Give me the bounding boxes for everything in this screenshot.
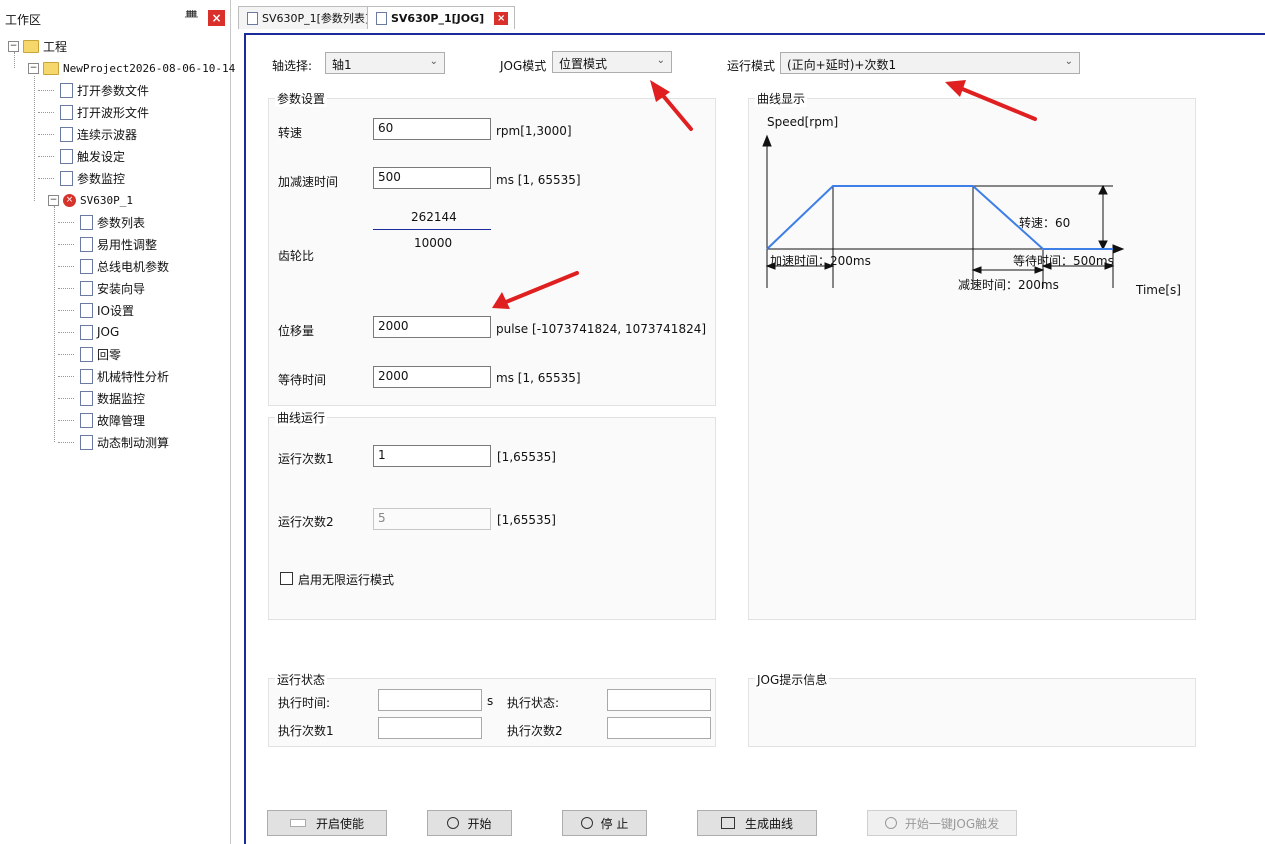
annotation-arrows bbox=[492, 80, 1037, 309]
